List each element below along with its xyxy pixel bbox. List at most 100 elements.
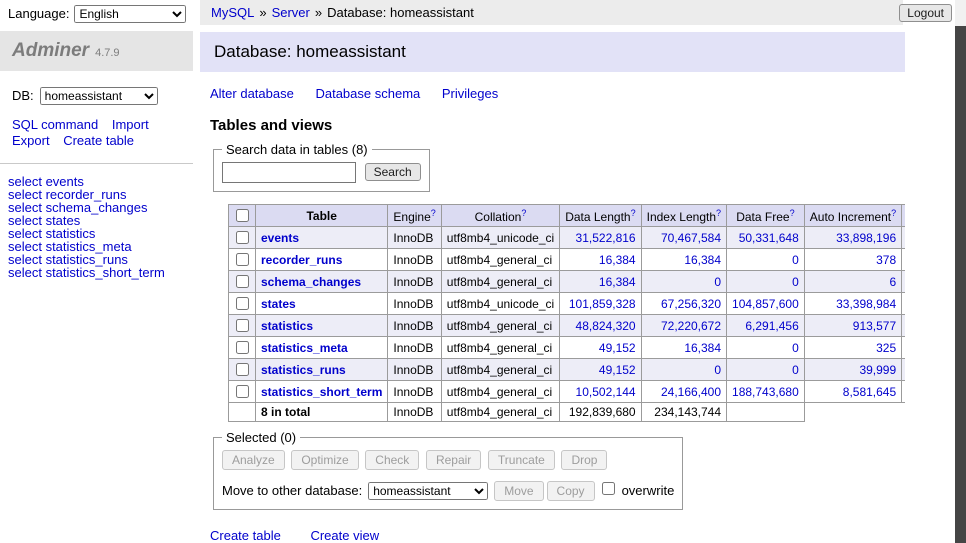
language-select[interactable]: English [74, 5, 186, 23]
index-length-link[interactable]: 70,467,584 [661, 231, 721, 245]
data-free-link[interactable]: 0 [792, 341, 799, 355]
table-name-link[interactable]: states [261, 297, 296, 311]
auto-increment-help-link[interactable]: ? [891, 208, 896, 218]
rows-count-cell: ~ 569,159 [902, 315, 905, 337]
row-checkbox[interactable] [236, 275, 249, 288]
data-length-link[interactable]: 31,522,816 [576, 231, 636, 245]
data-length-link[interactable]: 16,384 [599, 275, 636, 289]
row-checkbox[interactable] [236, 363, 249, 376]
row-checkbox[interactable] [236, 319, 249, 332]
table-row: schema_changes InnoDB utf8mb4_general_ci… [229, 271, 906, 293]
data-length-help-link[interactable]: ? [631, 208, 636, 218]
index-length-link[interactable]: 16,384 [684, 253, 721, 267]
database-schema-link[interactable]: Database schema [315, 86, 420, 101]
logout-button[interactable]: Logout [899, 4, 952, 22]
col-header-engine: Engine? [388, 205, 441, 227]
alter-database-link[interactable]: Alter database [210, 86, 294, 101]
move-db-select[interactable]: homeassistant [368, 482, 488, 500]
vertical-scrollbar[interactable] [955, 0, 966, 543]
data-free-link[interactable]: 0 [792, 275, 799, 289]
data-length-link[interactable]: 49,152 [599, 363, 636, 377]
row-checkbox[interactable] [236, 253, 249, 266]
col-header-label: Data Free [736, 210, 789, 224]
truncate-button[interactable]: Truncate [488, 450, 555, 470]
tables-section-title: Tables and views [210, 117, 905, 134]
search-input[interactable] [222, 162, 356, 183]
search-button[interactable]: Search [365, 163, 421, 181]
data-free-link[interactable]: 0 [792, 253, 799, 267]
row-checkbox[interactable] [236, 385, 249, 398]
col-header-label: Data Length [565, 210, 630, 224]
db-select[interactable]: homeassistant [40, 87, 158, 105]
auto-increment-link[interactable]: 6 [889, 275, 896, 289]
table-name-link[interactable]: recorder_runs [261, 253, 342, 267]
table-name-link[interactable]: statistics_meta [261, 341, 348, 355]
privileges-link[interactable]: Privileges [442, 86, 498, 101]
sidebar-link-create-table[interactable]: Create table [63, 133, 134, 149]
index-length-help-link[interactable]: ? [716, 208, 721, 218]
sidebar-link-sql-command[interactable]: SQL command [12, 117, 98, 133]
table-name-link[interactable]: schema_changes [261, 275, 361, 289]
row-checkbox[interactable] [236, 297, 249, 310]
repair-button[interactable]: Repair [426, 450, 481, 470]
sidebar-item-select-statistics-short-term[interactable]: select statistics_short_term [8, 266, 185, 279]
index-length-link[interactable]: 16,384 [684, 341, 721, 355]
auto-increment-link[interactable]: 33,398,984 [836, 297, 896, 311]
data-free-link[interactable]: 6,291,456 [745, 319, 798, 333]
collation-cell: utf8mb4_unicode_ci [441, 227, 559, 249]
data-length-cell: 49,152 [560, 359, 641, 381]
row-checkbox[interactable] [236, 341, 249, 354]
sidebar-link-import[interactable]: Import [112, 117, 149, 133]
copy-button[interactable]: Copy [547, 481, 595, 501]
auto-increment-link[interactable]: 325 [876, 341, 896, 355]
index-length-link[interactable]: 0 [714, 275, 721, 289]
scrollbar-thumb[interactable] [955, 26, 966, 543]
auto-increment-link[interactable]: 8,581,645 [843, 385, 896, 399]
index-length-cell: 24,166,400 [641, 381, 726, 403]
move-button[interactable]: Move [494, 481, 543, 501]
rows-count-cell: ~ 136,108 [902, 381, 905, 403]
data-length-link[interactable]: 48,824,320 [576, 319, 636, 333]
breadcrumb-link-server[interactable]: Server [272, 5, 310, 20]
index-length-link[interactable]: 24,166,400 [661, 385, 721, 399]
sidebar-link-export[interactable]: Export [12, 133, 50, 149]
drop-button[interactable]: Drop [561, 450, 607, 470]
col-header-label: Index Length [647, 210, 716, 224]
analyze-button[interactable]: Analyze [222, 450, 285, 470]
table-name-link[interactable]: statistics [261, 319, 313, 333]
data-length-link[interactable]: 10,502,144 [576, 385, 636, 399]
data-length-link[interactable]: 16,384 [599, 253, 636, 267]
auto-increment-link[interactable]: 378 [876, 253, 896, 267]
auto-increment-link[interactable]: 39,999 [859, 363, 896, 377]
auto-increment-link[interactable]: 33,898,196 [836, 231, 896, 245]
engine-help-link[interactable]: ? [431, 208, 436, 218]
index-length-link[interactable]: 67,256,320 [661, 297, 721, 311]
auto-increment-cell: 6 [804, 271, 901, 293]
data-length-link[interactable]: 49,152 [599, 341, 636, 355]
selected-legend: Selected (0) [222, 430, 300, 445]
table-name-link[interactable]: statistics_short_term [261, 385, 382, 399]
index-length-link[interactable]: 72,220,672 [661, 319, 721, 333]
create-view-link[interactable]: Create view [310, 528, 379, 543]
data-free-help-link[interactable]: ? [790, 208, 795, 218]
data-free-link[interactable]: 50,331,648 [739, 231, 799, 245]
auto-increment-link[interactable]: 913,577 [853, 319, 896, 333]
data-free-link[interactable]: 188,743,680 [732, 385, 799, 399]
data-length-link[interactable]: 101,859,328 [569, 297, 636, 311]
breadcrumb-link-mysql[interactable]: MySQL [211, 5, 254, 20]
data-free-link[interactable]: 104,857,600 [732, 297, 799, 311]
overwrite-label[interactable]: overwrite [622, 483, 675, 498]
col-header-data-length: Data Length? [560, 205, 641, 227]
table-name-link[interactable]: statistics_runs [261, 363, 346, 377]
create-table-link[interactable]: Create table [210, 528, 281, 543]
data-free-link[interactable]: 0 [792, 363, 799, 377]
optimize-button[interactable]: Optimize [291, 450, 358, 470]
overwrite-checkbox[interactable] [602, 482, 615, 495]
table-name-link[interactable]: events [261, 231, 299, 245]
select-all-checkbox[interactable] [236, 209, 249, 222]
collation-help-link[interactable]: ? [521, 208, 526, 218]
index-length-link[interactable]: 0 [714, 363, 721, 377]
row-checkbox[interactable] [236, 231, 249, 244]
check-button[interactable]: Check [365, 450, 419, 470]
auto-increment-cell: 33,398,984 [804, 293, 901, 315]
